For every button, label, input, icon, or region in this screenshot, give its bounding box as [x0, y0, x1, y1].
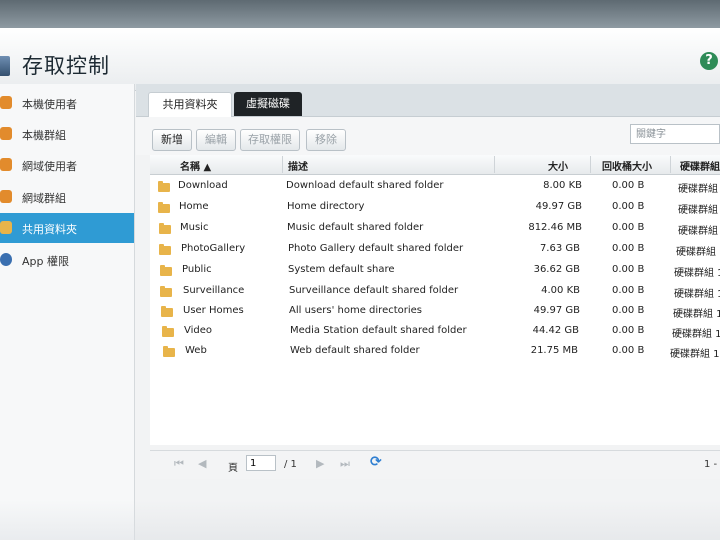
table-row[interactable]: Download Download default shared folder …	[152, 177, 720, 197]
last-page-icon[interactable]: ⏭	[340, 457, 350, 471]
user-icon	[0, 96, 12, 109]
add-button[interactable]: 新增	[152, 129, 192, 151]
domain-group-icon	[0, 190, 12, 203]
column-separator	[282, 156, 283, 173]
table-row[interactable]: Public System default share 36.62 GB 0.0…	[152, 261, 720, 281]
column-separator	[494, 156, 495, 173]
sidebar-item-domain-users[interactable]: 網域使用者	[0, 150, 134, 180]
refresh-icon[interactable]: ⟳	[370, 454, 382, 470]
table-row[interactable]: Surveillance Surveillance default shared…	[152, 282, 720, 302]
tab-virtual-disk[interactable]: 虛擬磁碟	[234, 92, 302, 116]
prev-page-icon[interactable]: ◀	[198, 457, 206, 470]
app-title: 存取控制	[22, 54, 110, 78]
sidebar-item-app-permission[interactable]: App 權限	[0, 245, 134, 275]
column-description[interactable]: 描述	[288, 158, 308, 173]
screen: 存取控制 ? 本機使用者 本機群組 網域使用者 網域群組 共用資料夾 App 權…	[0, 0, 720, 540]
table-row[interactable]: Video Media Station default shared folde…	[152, 322, 720, 342]
domain-user-icon	[0, 158, 12, 171]
folder-icon	[160, 286, 172, 297]
top-bezel	[0, 0, 720, 28]
page-number-input[interactable]: 1	[246, 455, 276, 471]
table-row[interactable]: User Homes All users' home directories 4…	[152, 302, 720, 322]
help-icon[interactable]: ?	[700, 52, 718, 70]
group-icon	[0, 127, 12, 140]
edit-button[interactable]: 編輯	[196, 129, 236, 151]
screen-glare	[0, 500, 720, 540]
column-size[interactable]: 大小	[548, 158, 568, 173]
column-name[interactable]: 名稱 ▲	[180, 158, 211, 173]
sidebar-item-shared-folders[interactable]: 共用資料夾	[0, 213, 134, 243]
column-disk-group[interactable]: 硬碟群組	[680, 158, 720, 173]
record-range: 1 -	[704, 459, 718, 470]
shared-folder-icon	[0, 221, 12, 234]
sidebar-item-local-groups[interactable]: 本機群組	[0, 119, 134, 149]
app-icon	[0, 56, 10, 76]
folder-icon	[159, 244, 171, 255]
column-separator	[590, 156, 591, 173]
access-permission-button[interactable]: 存取權限	[240, 129, 300, 151]
folder-icon	[163, 346, 175, 357]
search-input[interactable]: 關鍵字	[630, 124, 720, 144]
tab-shared-folders[interactable]: 共用資料夾	[148, 92, 232, 117]
page-total: / 1	[284, 459, 297, 470]
remove-button[interactable]: 移除	[306, 129, 346, 151]
first-page-icon[interactable]: ⏮	[174, 457, 184, 471]
table-row[interactable]: PhotoGallery Photo Gallery default share…	[152, 240, 720, 260]
table-row[interactable]: Music Music default shared folder 812.46…	[152, 219, 720, 239]
folder-icon	[158, 202, 170, 213]
table-row[interactable]: Home Home directory 49.97 GB 0.00 B 硬碟群組	[152, 198, 720, 218]
column-separator	[670, 156, 671, 173]
sidebar-item-domain-groups[interactable]: 網域群組	[0, 182, 134, 212]
column-recycle-size[interactable]: 回收桶大小	[602, 158, 652, 173]
app-permission-icon	[0, 253, 12, 266]
next-page-icon[interactable]: ▶	[316, 457, 324, 470]
folder-icon	[158, 181, 170, 192]
sidebar-item-local-users[interactable]: 本機使用者	[0, 88, 134, 118]
folder-icon	[159, 223, 171, 234]
folder-icon	[161, 306, 173, 317]
folder-icon	[160, 265, 172, 276]
table-row[interactable]: Web Web default shared folder 21.75 MB 0…	[152, 342, 720, 362]
folder-icon	[162, 326, 174, 337]
page-label: 頁	[228, 463, 238, 474]
